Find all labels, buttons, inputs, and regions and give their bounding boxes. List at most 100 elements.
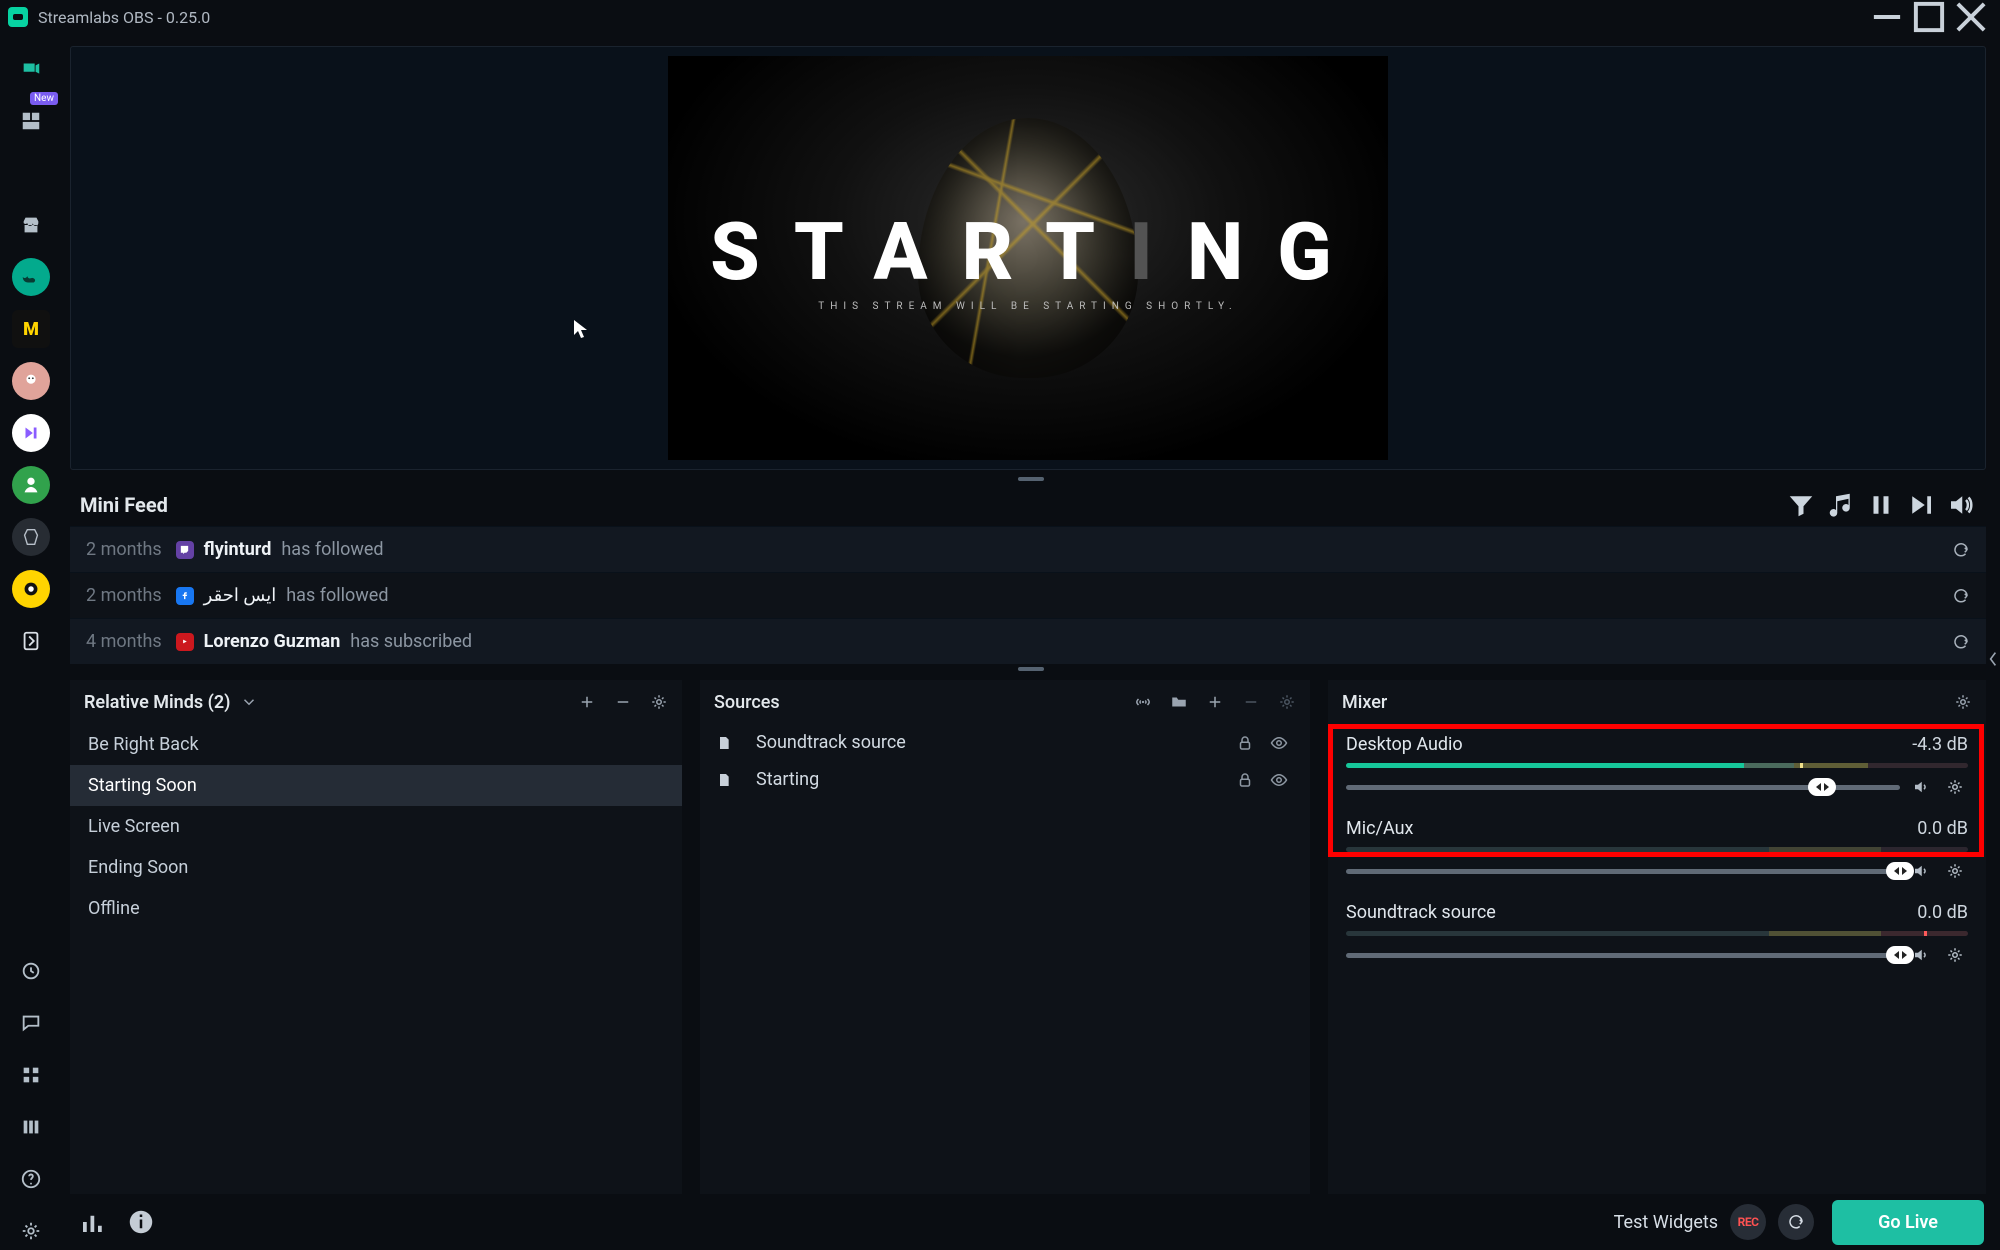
volume-slider[interactable] — [1346, 869, 1900, 874]
minimize-button[interactable] — [1866, 3, 1908, 31]
scene-item[interactable]: Be Right Back — [70, 724, 682, 765]
add-source-button[interactable] — [1202, 689, 1228, 715]
scene-item[interactable]: Starting Soon — [70, 765, 682, 806]
add-scene-button[interactable] — [574, 689, 600, 715]
chevron-down-icon[interactable] — [236, 689, 262, 715]
app-1-icon[interactable] — [12, 258, 50, 296]
app-8-icon[interactable] — [12, 622, 50, 660]
app-7-icon[interactable] — [12, 570, 50, 608]
gear-icon[interactable] — [1946, 946, 1968, 964]
grid-icon[interactable] — [12, 1056, 50, 1094]
magic-icon[interactable] — [12, 154, 50, 192]
scene-item[interactable]: Live Screen — [70, 806, 682, 847]
app-6-icon[interactable] — [12, 518, 50, 556]
remove-scene-button[interactable] — [610, 689, 636, 715]
app-3-icon[interactable] — [12, 362, 50, 400]
sidebar: New M — [0, 34, 62, 1250]
titlebar: Streamlabs OBS - 0.25.0 — [0, 0, 2000, 34]
layout-icon[interactable]: New — [12, 102, 50, 140]
filter-icon[interactable] — [1786, 490, 1816, 520]
feed-row[interactable]: 4 months Lorenzo Guzman has subscribed — [70, 618, 1986, 664]
editor-icon[interactable] — [12, 50, 50, 88]
replay-icon[interactable] — [1952, 587, 1970, 605]
feed-action: has subscribed — [350, 631, 472, 652]
channel-name: Soundtrack source — [1346, 902, 1496, 923]
go-live-button[interactable]: Go Live — [1832, 1200, 1984, 1245]
columns-icon[interactable] — [12, 1108, 50, 1146]
channel-db: -4.3 dB — [1912, 734, 1968, 755]
feed-action: has followed — [286, 585, 388, 606]
window-title: Streamlabs OBS - 0.25.0 — [38, 8, 210, 27]
feed-row[interactable]: 2 months flyinturd has followed — [70, 526, 1986, 572]
mixer-settings-icon[interactable] — [1950, 689, 1976, 715]
info-icon[interactable] — [126, 1207, 156, 1237]
source-name: Starting — [756, 769, 819, 790]
app-5-icon[interactable] — [12, 466, 50, 504]
replay-icon[interactable] — [1952, 541, 1970, 559]
feed-user: ايس احقر — [204, 585, 277, 606]
channel-name: Mic/Aux — [1346, 818, 1413, 839]
scene-item[interactable]: Offline — [70, 888, 682, 929]
volume-slider[interactable] — [1346, 785, 1900, 790]
music-icon[interactable] — [1826, 490, 1856, 520]
undo-button[interactable] — [1778, 1204, 1814, 1240]
source-item[interactable]: Starting — [700, 761, 1310, 798]
level-meter — [1346, 763, 1968, 768]
source-settings-icon[interactable] — [1274, 689, 1300, 715]
gear-icon[interactable] — [1946, 862, 1968, 880]
test-widgets-button[interactable]: Test Widgets — [1614, 1212, 1718, 1233]
expand-right-icon[interactable] — [1986, 642, 2000, 676]
feed-row[interactable]: 2 months ايس احقر has followed — [70, 572, 1986, 618]
new-badge: New — [30, 92, 58, 105]
feed-action: has followed — [281, 539, 383, 560]
maximize-button[interactable] — [1908, 3, 1950, 31]
drag-handle[interactable] — [62, 474, 2000, 484]
replay-icon[interactable] — [1952, 633, 1970, 651]
scene-item[interactable]: Ending Soon — [70, 847, 682, 888]
skip-icon[interactable] — [1906, 490, 1936, 520]
settings-icon[interactable] — [12, 1212, 50, 1250]
volume-icon[interactable] — [1946, 490, 1976, 520]
lock-icon[interactable] — [1236, 734, 1260, 752]
sources-panel: Sources Soundtrack source — [700, 680, 1310, 1194]
remove-source-button[interactable] — [1238, 689, 1264, 715]
channel-name: Desktop Audio — [1346, 734, 1463, 755]
chat-icon[interactable] — [12, 1004, 50, 1042]
gear-icon[interactable] — [1946, 778, 1968, 796]
scenes-panel: Relative Minds (2) Be Right Back Startin… — [70, 680, 682, 1194]
visibility-icon[interactable] — [1270, 771, 1294, 789]
volume-slider[interactable] — [1346, 953, 1900, 958]
speaker-icon[interactable] — [1912, 946, 1934, 964]
source-name: Soundtrack source — [756, 732, 906, 753]
drag-handle[interactable] — [62, 664, 2000, 674]
visibility-icon[interactable] — [1270, 734, 1294, 752]
feed-time: 2 months — [86, 539, 162, 560]
preview-title: STARTING — [690, 205, 1366, 299]
source-item[interactable]: Soundtrack source — [700, 724, 1310, 761]
mixer-channel: Desktop Audio -4.3 dB — [1328, 724, 1986, 808]
speaker-icon[interactable] — [1912, 862, 1934, 880]
close-button[interactable] — [1950, 3, 1992, 31]
scene-preview[interactable]: STARTING THIS STREAM WILL BE STARTING SH… — [70, 46, 1986, 470]
mixer-channel: Soundtrack source 0.0 dB — [1328, 892, 1986, 976]
pause-icon[interactable] — [1866, 490, 1896, 520]
clock-icon[interactable] — [12, 952, 50, 990]
scene-settings-icon[interactable] — [646, 689, 672, 715]
stream-icon[interactable] — [1130, 689, 1156, 715]
sources-title: Sources — [714, 692, 780, 713]
lock-icon[interactable] — [1236, 771, 1260, 789]
folder-icon[interactable] — [1166, 689, 1192, 715]
help-icon[interactable] — [12, 1160, 50, 1198]
feed-user: flyinturd — [204, 539, 272, 560]
app-2-icon[interactable]: M — [12, 310, 50, 348]
app-4-icon[interactable] — [12, 414, 50, 452]
facebook-icon — [176, 587, 194, 605]
scene-collection-name[interactable]: Relative Minds (2) — [84, 692, 230, 713]
record-button[interactable]: REC — [1730, 1204, 1766, 1240]
speaker-icon[interactable] — [1912, 778, 1934, 796]
twitch-icon — [176, 541, 194, 559]
level-meter — [1346, 931, 1968, 936]
level-meter — [1346, 847, 1968, 852]
store-icon[interactable] — [12, 206, 50, 244]
stats-icon[interactable] — [78, 1207, 108, 1237]
